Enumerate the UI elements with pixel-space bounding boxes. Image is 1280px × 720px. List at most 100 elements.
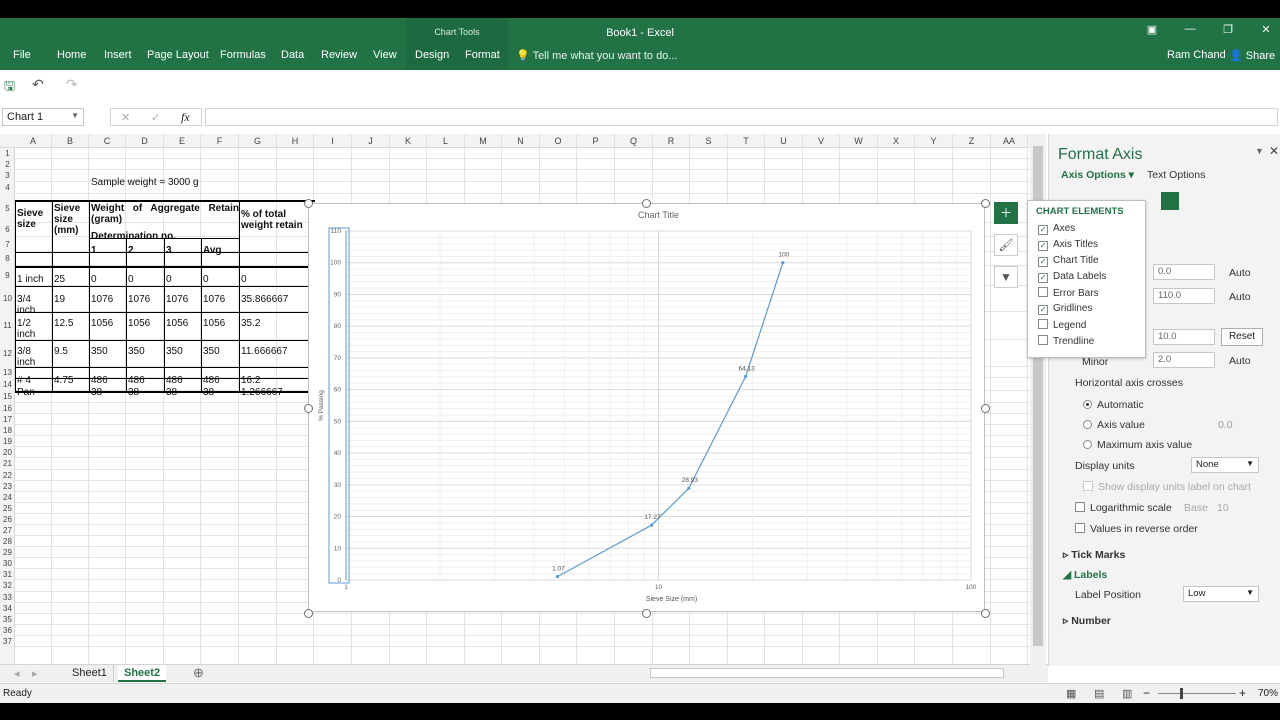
table-cell[interactable]: 0 <box>203 274 209 285</box>
display-units-dropdown[interactable]: None ▼ <box>1191 457 1259 473</box>
row-header-27[interactable]: 27 <box>0 525 15 536</box>
row-header-35[interactable]: 35 <box>0 614 15 625</box>
zoom-out-icon[interactable]: − <box>1143 686 1150 700</box>
column-header-a[interactable]: A <box>15 134 52 148</box>
show-units-checkbox[interactable]: Show display units label on chart <box>1083 481 1251 493</box>
row-header-25[interactable]: 25 <box>0 503 15 514</box>
resize-handle[interactable] <box>304 404 313 413</box>
row-header-4[interactable]: 4 <box>0 182 15 194</box>
section-labels[interactable]: ◢ Labels <box>1063 569 1107 581</box>
row-header-14[interactable]: 14 <box>0 378 15 391</box>
column-header-w[interactable]: W <box>840 134 878 148</box>
column-header-r[interactable]: R <box>653 134 690 148</box>
table-cell[interactable]: 486 <box>203 375 220 386</box>
subheader-3[interactable]: 3 <box>166 245 172 256</box>
tab-review[interactable]: Review <box>321 49 357 61</box>
base-input[interactable]: 10 <box>1217 502 1229 514</box>
tab-sheet2[interactable]: Sheet2 <box>118 665 167 682</box>
column-header-g[interactable]: G <box>239 134 277 148</box>
zoom-in-icon[interactable]: + <box>1239 686 1246 700</box>
minimum-bound-input[interactable]: 0.0 <box>1153 264 1215 280</box>
next-sheet-icon[interactable]: ▸ <box>32 667 38 680</box>
chart-element-legend[interactable]: Legend <box>1038 319 1086 333</box>
table-cell[interactable]: 350 <box>203 346 220 357</box>
enter-icon[interactable]: ✓ <box>151 111 160 124</box>
row-header-20[interactable]: 20 <box>0 447 15 458</box>
chart-element-chart-title[interactable]: ✓ Chart Title <box>1038 255 1099 269</box>
row-header-19[interactable]: 19 <box>0 436 15 447</box>
chart-element-trendline[interactable]: Trendline <box>1038 335 1094 349</box>
cancel-icon[interactable]: ✕ <box>121 111 130 124</box>
row-header-3[interactable]: 3 <box>0 170 15 182</box>
minimize-icon[interactable]: — <box>1180 23 1200 37</box>
table-cell[interactable]: 1076 <box>203 294 225 305</box>
column-header-o[interactable]: O <box>540 134 577 148</box>
chart-element-axis-titles[interactable]: ✓ Axis Titles <box>1038 239 1098 253</box>
major-unit-input[interactable]: 10.0 <box>1153 329 1215 345</box>
subheader-2[interactable]: 2 <box>128 245 134 256</box>
row-header-12[interactable]: 12 <box>0 340 15 367</box>
header-weight-retain[interactable]: Weight of Aggregate Retain (gram) <box>91 203 239 225</box>
table-cell[interactable]: 1/2 inch <box>17 318 51 340</box>
column-header-p[interactable]: P <box>577 134 615 148</box>
header-pct-weight-retain[interactable]: % of total weight retain <box>241 209 303 235</box>
prev-sheet-icon[interactable]: ◂ <box>14 667 20 680</box>
tab-design[interactable]: Design <box>415 49 449 61</box>
tab-format[interactable]: Format <box>465 49 500 61</box>
name-box[interactable]: Chart 1 ▼ <box>2 108 84 126</box>
column-header-z[interactable]: Z <box>953 134 991 148</box>
row-header-7[interactable]: 7 <box>0 237 15 252</box>
column-header-y[interactable]: Y <box>915 134 953 148</box>
radio-automatic[interactable]: Automatic <box>1083 399 1144 411</box>
major-reset-button[interactable]: Reset <box>1221 328 1263 346</box>
table-cell[interactable]: 1056 <box>166 318 188 329</box>
column-header-f[interactable]: F <box>201 134 239 148</box>
row-header-28[interactable]: 28 <box>0 536 15 547</box>
row-header-32[interactable]: 32 <box>0 580 15 592</box>
row-header-15[interactable]: 15 <box>0 391 15 403</box>
row-header-34[interactable]: 34 <box>0 603 15 614</box>
column-header-j[interactable]: J <box>352 134 390 148</box>
column-header-b[interactable]: B <box>52 134 89 148</box>
page-layout-view-icon[interactable]: ▤ <box>1094 687 1104 700</box>
table-cell[interactable]: 350 <box>91 346 108 357</box>
reverse-order-checkbox[interactable]: Values in reverse order <box>1075 523 1198 535</box>
resize-handle[interactable] <box>642 609 651 618</box>
log-scale-checkbox[interactable]: Logarithmic scale <box>1075 502 1172 514</box>
insert-function-icon[interactable]: fx <box>181 110 190 125</box>
row-header-26[interactable]: 26 <box>0 514 15 525</box>
sample-weight-cell[interactable]: Sample weight = 3000 g <box>91 177 199 188</box>
page-break-view-icon[interactable]: ▥ <box>1122 687 1132 700</box>
row-header-18[interactable]: 18 <box>0 425 15 436</box>
table-cell[interactable]: 486 <box>166 375 183 386</box>
row-header-31[interactable]: 31 <box>0 569 15 580</box>
tab-data[interactable]: Data <box>281 49 304 61</box>
table-cell[interactable]: 1056 <box>128 318 150 329</box>
close-icon[interactable]: ✕ <box>1256 23 1276 37</box>
section-tick-marks[interactable]: ▹ Tick Marks <box>1063 549 1125 561</box>
header-sieve-size[interactable]: Sieve size <box>17 208 51 230</box>
zoom-level[interactable]: 70% <box>1258 688 1278 699</box>
radio-maximum-axis-value[interactable]: Maximum axis value <box>1083 439 1192 451</box>
row-header-17[interactable]: 17 <box>0 414 15 425</box>
table-cell[interactable]: 1 inch <box>17 274 51 285</box>
column-header-x[interactable]: X <box>878 134 915 148</box>
row-header-6[interactable]: 6 <box>0 223 15 237</box>
tab-file[interactable]: File <box>13 49 31 61</box>
axis-value-input[interactable]: 0.0 <box>1218 419 1233 431</box>
chart-styles-button[interactable]: 🖌 <box>994 234 1018 256</box>
normal-view-icon[interactable]: ▦ <box>1066 687 1076 700</box>
chart-elements-button[interactable]: ＋ <box>994 202 1018 224</box>
ribbon-display-icon[interactable]: ▣ <box>1142 23 1162 37</box>
table-cell[interactable]: 1076 <box>166 294 188 305</box>
table-cell[interactable]: 0 <box>91 274 97 285</box>
tell-me-search[interactable]: 💡 Tell me what you want to do... <box>516 49 677 62</box>
table-cell[interactable]: # 4 <box>17 375 51 386</box>
resize-handle[interactable] <box>981 609 990 618</box>
row-header-30[interactable]: 30 <box>0 558 15 569</box>
row-header-24[interactable]: 24 <box>0 492 15 503</box>
row-header-13[interactable]: 13 <box>0 367 15 378</box>
column-header-l[interactable]: L <box>427 134 465 148</box>
column-header-c[interactable]: C <box>89 134 126 148</box>
resize-handle[interactable] <box>304 199 313 208</box>
